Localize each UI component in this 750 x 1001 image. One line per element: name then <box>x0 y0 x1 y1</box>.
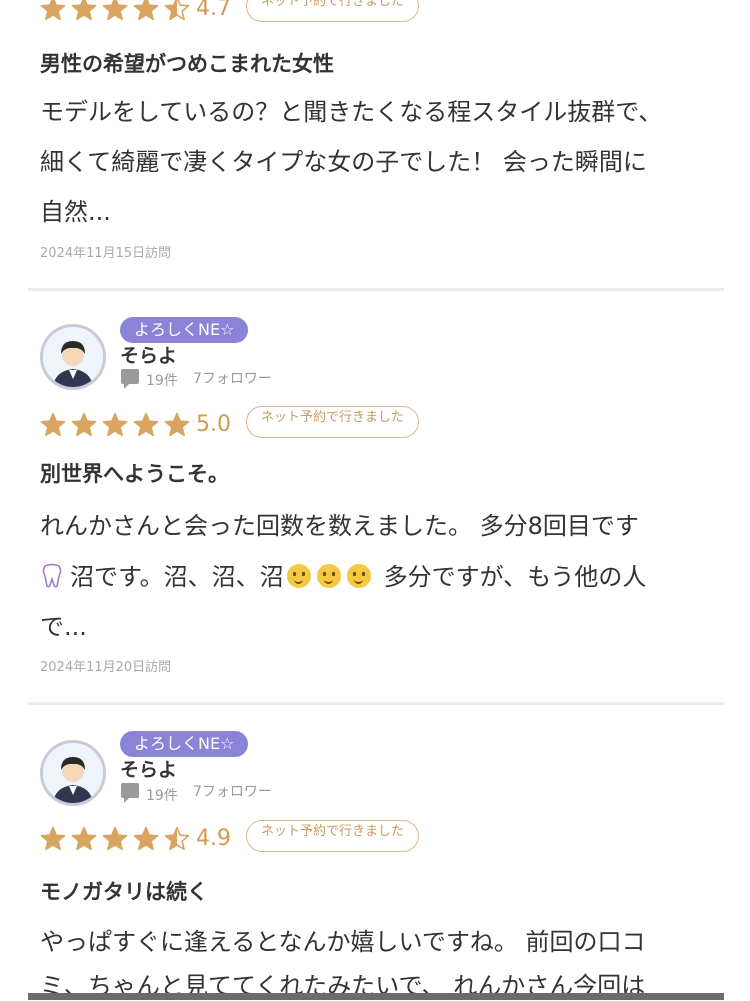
star-full-icon <box>40 412 66 438</box>
star-half-icon <box>164 0 190 22</box>
review1-title: 男性の希望がつめこまれた女性 <box>40 52 334 76</box>
scrollbar[interactable] <box>28 993 724 1000</box>
review2-body-segment: 沼です。沼、沼、沼 <box>70 563 284 591</box>
review1-rating: 4.7 <box>196 0 231 21</box>
user-tag: よろしくNE☆ <box>120 731 249 757</box>
review3-body-line: やっぱすぐに逢えるとなんか嬉しいですね。 前回の口コ <box>40 928 646 956</box>
review1-stars <box>40 0 195 24</box>
star-full-icon <box>71 0 97 22</box>
smiley-icon <box>346 564 371 588</box>
follower-count[interactable]: 7フォロワー <box>193 781 272 801</box>
smiley-icon <box>316 564 341 588</box>
review3-badge: ネット予約で行きました <box>246 820 420 852</box>
review1-badge: ネット予約で行きました <box>246 0 420 22</box>
review2-body-line: で... <box>40 613 87 641</box>
user-tag: よろしくNE☆ <box>120 317 249 343</box>
username[interactable]: そらよ <box>120 755 177 782</box>
star-full-icon <box>71 826 97 852</box>
review2-stars <box>40 410 195 440</box>
follower-count[interactable]: 7フォロワー <box>193 368 272 388</box>
star-full-icon <box>102 826 128 852</box>
review2-badge: ネット予約で行きました <box>246 406 420 438</box>
review1-body-line: 細くて綺麗で凄くタイプな女の子でした！ 会った瞬間に <box>40 148 647 176</box>
avatar[interactable] <box>40 740 106 806</box>
review3-rating: 4.9 <box>196 826 231 851</box>
comment-icon <box>121 783 139 803</box>
tooth-icon <box>40 563 64 589</box>
review-divider <box>28 288 724 291</box>
review2-body-segment: 多分ですが、もう他の人 <box>383 563 647 591</box>
user-avatar-icon <box>43 327 103 387</box>
star-full-icon <box>133 826 159 852</box>
star-full-icon <box>164 412 190 438</box>
review1-body-line: モデルをしているの？と聞きたくなる程スタイル抜群で、 <box>40 98 663 126</box>
star-full-icon <box>133 0 159 22</box>
star-full-icon <box>40 0 66 22</box>
smiley-icon <box>286 564 311 588</box>
review2-body-line: れんかさんと会った回数を数えました。 多分8回目です <box>40 512 639 540</box>
user-avatar-icon <box>43 743 103 803</box>
review-divider <box>28 702 724 705</box>
review1-visit-date: 2024年11月15日訪問 <box>40 246 172 261</box>
review-count: 19件 <box>146 373 178 389</box>
username[interactable]: そらよ <box>120 341 177 368</box>
review2-visit-date: 2024年11月20日訪問 <box>40 660 172 675</box>
avatar[interactable] <box>40 324 106 390</box>
star-full-icon <box>102 0 128 22</box>
review3-stars <box>40 824 195 854</box>
review2-rating: 5.0 <box>196 412 231 437</box>
review2-title: 別世界へようこそ。 <box>40 462 229 486</box>
review2-body-line-2: 沼です。沼、沼、沼 多分ですが、もう他の人 <box>40 557 646 592</box>
review-count: 19件 <box>146 788 178 804</box>
comment-icon <box>121 369 139 389</box>
review1-body-line: 自然... <box>40 198 111 226</box>
star-full-icon <box>102 412 128 438</box>
review3-title: モノガタリは続く <box>40 880 208 904</box>
star-half-icon <box>164 826 190 852</box>
star-full-icon <box>71 412 97 438</box>
star-full-icon <box>40 826 66 852</box>
star-full-icon <box>133 412 159 438</box>
